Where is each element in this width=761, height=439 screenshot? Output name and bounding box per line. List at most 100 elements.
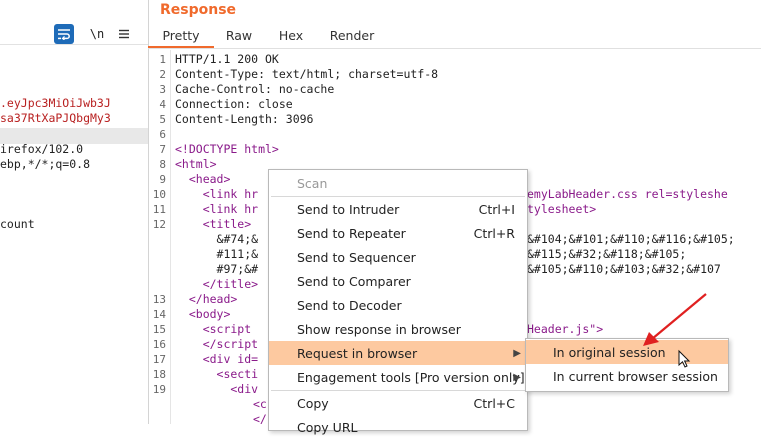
code-line: Cache-Control: no-cache — [175, 82, 335, 96]
code-line-fragment: <c — [253, 397, 267, 411]
line-number: 15 — [152, 323, 166, 336]
request-in-browser-submenu: In original session In current browser s… — [525, 338, 729, 392]
menu-item-label: Send to Decoder — [297, 297, 402, 313]
menu-item-copy-url[interactable]: Copy URL — [269, 415, 527, 439]
code-line: <!DOCTYPE html> — [175, 142, 279, 156]
toolbar-divider — [0, 44, 148, 45]
wrap-lines-icon — [58, 29, 70, 40]
menu-item-label: Copy — [297, 395, 329, 411]
line-number: 12 — [152, 218, 166, 231]
tab-render[interactable]: Render — [318, 24, 386, 48]
line-number: 1 — [159, 53, 166, 66]
request-text-line: .eyJpc3MiOiJwb3J — [0, 96, 111, 110]
submenu-item-in-current-browser-session[interactable]: In current browser session — [526, 364, 728, 388]
menu-item-shortcut: Ctrl+I — [478, 201, 515, 217]
request-text-line: ebp,*/*;q=0.8 — [0, 157, 91, 171]
menu-item-label: Scan — [297, 175, 328, 191]
menu-item-request-in-browser[interactable]: Request in browser ▶ — [269, 341, 527, 365]
code-line: </head> — [175, 292, 238, 306]
request-text-line: count — [0, 217, 35, 231]
code-line: <head> — [175, 172, 231, 186]
code-line: </script — [175, 337, 259, 351]
line-number: 6 — [159, 128, 166, 141]
submenu-arrow-icon: ▶ — [513, 371, 521, 383]
code-line-fragment: &#104;&#101;&#110;&#116;&#105; — [527, 232, 735, 246]
menu-item-send-to-sequencer[interactable]: Send to Sequencer — [269, 245, 527, 269]
code-line: </title> — [175, 277, 259, 291]
line-number: 10 — [152, 188, 166, 201]
menu-item-engagement-tools[interactable]: Engagement tools [Pro version only] ▶ — [269, 365, 527, 389]
menu-item-scan: Scan — [269, 171, 527, 195]
code-line: <link hr — [175, 187, 259, 201]
menu-item-label: Engagement tools [Pro version only] — [297, 369, 525, 385]
code-line-fragment: &#105;&#110;&#103;&#32;&#107 — [527, 262, 721, 276]
line-number: 7 — [159, 143, 166, 156]
code-line: <div id= — [175, 352, 259, 366]
line-number: 3 — [159, 83, 166, 96]
line-number: 17 — [152, 353, 166, 366]
code-line: HTTP/1.1 200 OK — [175, 52, 279, 66]
code-line: <title> — [175, 217, 252, 231]
menu-item-send-to-comparer[interactable]: Send to Comparer — [269, 269, 527, 293]
menu-item-shortcut: Ctrl+C — [473, 395, 515, 411]
tab-hex[interactable]: Hex — [264, 24, 318, 48]
context-menu: Scan Send to Intruder Ctrl+I Send to Rep… — [268, 169, 528, 435]
line-number: 14 — [152, 308, 166, 321]
line-number: 2 — [159, 68, 166, 81]
menu-item-label: Request in browser — [297, 345, 418, 361]
submenu-item-label: In current browser session — [553, 368, 718, 384]
request-pane: \n .eyJpc3MiOiJwb3J sa37RtXaPJQbgMy3 ire… — [0, 0, 149, 424]
code-line-fragment: emyLabHeader.css rel=styleshe — [527, 187, 728, 201]
submenu-arrow-icon: ▶ — [513, 347, 521, 359]
tab-divider — [148, 48, 761, 49]
line-number: 8 — [159, 158, 166, 171]
line-number-gutter — [170, 50, 171, 424]
line-number: 4 — [159, 98, 166, 111]
menu-item-send-to-decoder[interactable]: Send to Decoder — [269, 293, 527, 317]
menu-item-label: Send to Sequencer — [297, 249, 416, 265]
submenu-item-label: In original session — [553, 344, 666, 360]
response-title: Response — [160, 2, 237, 18]
code-line: <link hr — [175, 202, 259, 216]
code-line: &#74;& — [175, 232, 259, 246]
menu-item-show-response-in-browser[interactable]: Show response in browser — [269, 317, 527, 341]
request-text-line: irefox/102.0 — [0, 142, 84, 156]
code-line-fragment: Header.js"> — [527, 322, 604, 336]
line-number: 9 — [159, 173, 166, 186]
code-line: Content-Type: text/html; charset=utf-8 — [175, 67, 439, 81]
menu-item-send-to-intruder[interactable]: Send to Intruder Ctrl+I — [269, 197, 527, 221]
code-line-fragment: tylesheet> — [527, 202, 597, 216]
menu-item-shortcut: Ctrl+R — [473, 225, 515, 241]
submenu-item-in-original-session[interactable]: In original session — [526, 340, 728, 364]
menu-item-label: Show response in browser — [297, 321, 461, 337]
annotation-arrow-icon — [651, 293, 707, 340]
line-number: 13 — [152, 293, 166, 306]
code-line: <secti — [175, 367, 259, 381]
tab-pretty[interactable]: Pretty — [148, 24, 214, 48]
code-line: Connection: close — [175, 97, 293, 111]
code-line: <html> — [175, 157, 217, 171]
show-newlines-button[interactable]: \n — [86, 24, 108, 44]
code-line: <body> — [175, 307, 231, 321]
code-line: #111;& — [175, 247, 259, 261]
code-line: <div — [175, 382, 259, 396]
code-line-fragment: </ — [253, 412, 267, 426]
menu-item-label: Send to Repeater — [297, 225, 406, 241]
menu-item-send-to-repeater[interactable]: Send to Repeater Ctrl+R — [269, 221, 527, 245]
code-line: <script — [175, 322, 252, 336]
tab-raw[interactable]: Raw — [214, 24, 264, 48]
line-number: 5 — [159, 113, 166, 126]
code-line-fragment: &#115;&#32;&#118;&#105; — [527, 247, 687, 261]
wrap-lines-button[interactable] — [54, 24, 74, 44]
code-line: Content-Length: 3096 — [175, 112, 314, 126]
menu-item-label: Send to Comparer — [297, 273, 411, 289]
menu-item-copy[interactable]: Copy Ctrl+C — [269, 391, 527, 415]
line-number: 16 — [152, 338, 166, 351]
line-number: 11 — [152, 203, 166, 216]
line-number: 19 — [152, 383, 166, 396]
response-tabs: Pretty Raw Hex Render — [148, 24, 386, 48]
code-line: #97;&# — [175, 262, 259, 276]
line-number: 18 — [152, 368, 166, 381]
hamburger-menu-icon[interactable] — [116, 24, 132, 44]
menu-item-label: Send to Intruder — [297, 201, 400, 217]
